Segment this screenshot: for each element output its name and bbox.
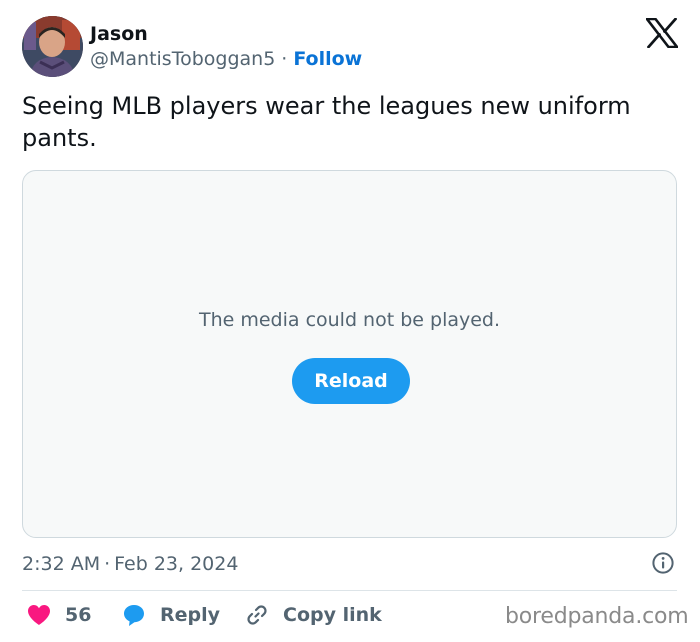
like-button[interactable]: 56 (27, 602, 91, 628)
speech-bubble-icon (124, 605, 144, 626)
timestamp-separator: · (104, 553, 111, 575)
author-avatar[interactable] (22, 16, 83, 77)
author-name[interactable]: Jason (90, 22, 148, 46)
reply-label: Reply (160, 604, 221, 626)
reply-button[interactable]: Reply (122, 602, 220, 628)
tweet-card: Jason @MantisToboggan5 · Follow Seeing MLB… (0, 0, 700, 642)
link-icon (247, 605, 267, 625)
reload-button[interactable]: Reload (292, 358, 410, 404)
copy-link-label: Copy link (283, 604, 382, 626)
media-error-message: The media could not be played. (198, 309, 501, 331)
like-count: 56 (65, 604, 92, 626)
copy-link-button[interactable]: Copy link (245, 602, 382, 628)
x-logo-icon[interactable] (645, 17, 679, 49)
author-handle[interactable]: @MantisToboggan5 (90, 48, 275, 70)
media-container: The media could not be played. Reload (22, 170, 677, 538)
follow-button[interactable]: Follow (293, 48, 362, 70)
tweet-time: 2:32 AM (22, 553, 101, 575)
avatar-image (22, 16, 83, 77)
author-handle-line: @MantisToboggan5 · Follow (90, 47, 362, 71)
info-icon[interactable] (652, 552, 674, 574)
tweet-date: Feb 23, 2024 (114, 553, 239, 575)
handle-separator: · (281, 48, 288, 70)
divider (22, 590, 677, 591)
tweet-text: Seeing MLB players wear the leagues new … (22, 92, 631, 152)
heart-icon (28, 605, 50, 625)
tweet-timestamp[interactable]: 2:32 AM · Feb 23, 2024 (22, 552, 238, 576)
watermark: boredpanda.com (505, 604, 689, 629)
